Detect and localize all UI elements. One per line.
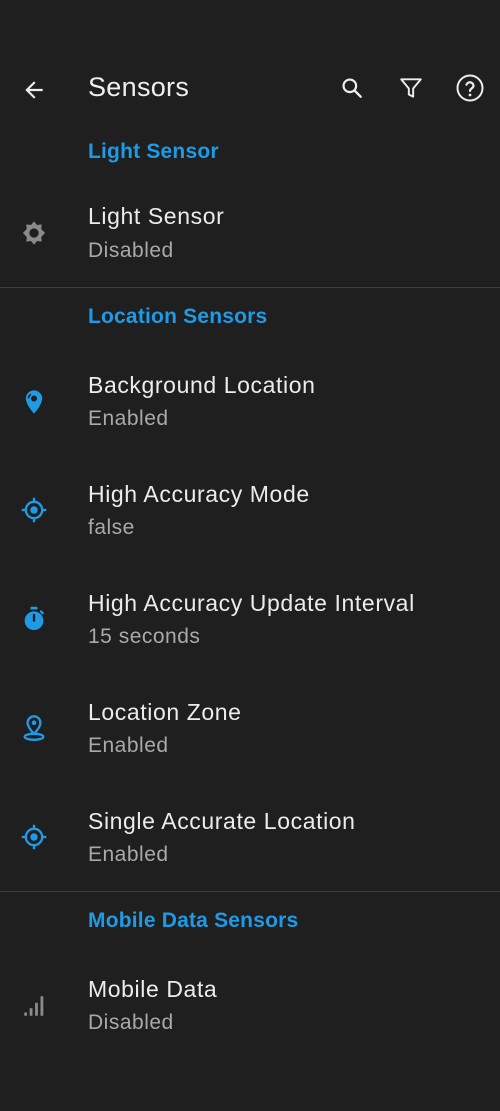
sensor-row-background-location[interactable]: Background Location Enabled	[0, 352, 500, 452]
sensor-status: Disabled	[88, 1011, 174, 1034]
sensors-screen: Sensors Light Sensor Light Sensor Disabl…	[0, 0, 500, 1111]
timer-icon	[18, 603, 50, 635]
sensor-status: Enabled	[88, 734, 169, 757]
sensor-status: Disabled	[88, 239, 174, 262]
filter-icon	[400, 78, 422, 98]
brightness-icon	[18, 217, 50, 249]
filter-button[interactable]	[391, 68, 431, 108]
sensor-row-single-accurate-location[interactable]: Single Accurate Location Enabled	[0, 788, 500, 888]
back-button[interactable]	[14, 70, 54, 110]
sensor-label: Background Location	[88, 372, 316, 398]
crosshairs-gps-icon	[18, 494, 50, 526]
sensor-status: 15 seconds	[88, 625, 201, 648]
top-app-bar: Sensors	[0, 54, 500, 126]
section-header-light-sensor: Light Sensor	[88, 140, 219, 163]
section-header-mobile-data-sensors: Mobile Data Sensors	[88, 909, 299, 932]
crosshairs-gps-icon	[18, 821, 50, 853]
sensor-status: Enabled	[88, 407, 169, 430]
sensor-label: Light Sensor	[88, 203, 225, 229]
sensor-row-high-accuracy-mode[interactable]: High Accuracy Mode false	[0, 461, 500, 561]
sensor-row-mobile-data[interactable]: Mobile Data Disabled	[0, 956, 500, 1056]
help-circle-icon	[456, 74, 484, 102]
sensor-row-light-sensor[interactable]: Light Sensor Disabled	[0, 183, 500, 283]
sensor-label: Single Accurate Location	[88, 808, 356, 834]
sensor-row-high-accuracy-update-interval[interactable]: High Accuracy Update Interval 15 seconds	[0, 570, 500, 670]
map-marker-zone-icon	[18, 712, 50, 744]
section-header-location-sensors: Location Sensors	[88, 305, 268, 328]
sensor-status: Enabled	[88, 843, 169, 866]
divider	[0, 891, 500, 892]
arrow-left-icon	[25, 81, 43, 99]
sensor-label: High Accuracy Mode	[88, 481, 310, 507]
sensor-label: Mobile Data	[88, 976, 218, 1002]
sensor-label: High Accuracy Update Interval	[88, 590, 415, 616]
divider	[0, 287, 500, 288]
sensor-label: Location Zone	[88, 699, 242, 725]
page-title: Sensors	[88, 72, 190, 102]
signal-cellular-icon	[18, 990, 50, 1022]
map-marker-radius-icon	[18, 386, 50, 418]
sensor-row-location-zone[interactable]: Location Zone Enabled	[0, 679, 500, 779]
search-button[interactable]	[332, 68, 372, 108]
search-icon	[342, 78, 362, 98]
sensor-status: false	[88, 516, 135, 539]
help-button[interactable]	[450, 68, 490, 108]
